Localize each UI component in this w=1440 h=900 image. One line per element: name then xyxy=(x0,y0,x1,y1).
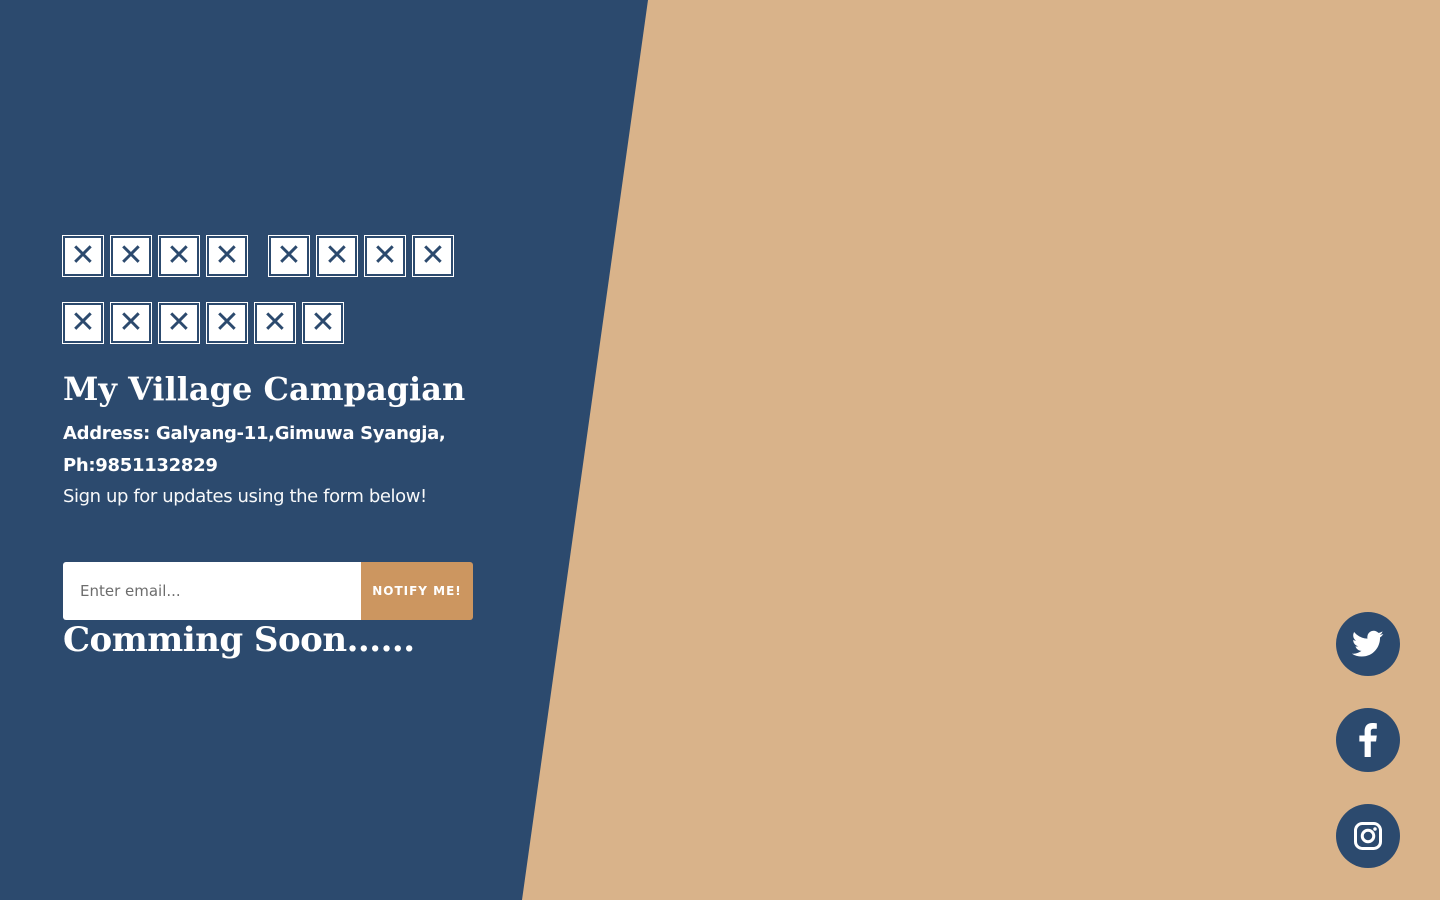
page-title: My Village Campagian xyxy=(63,370,466,408)
signup-text: Sign up for updates using the form below… xyxy=(63,486,427,507)
heading-word: ✕ ✕ ✕ ✕ xyxy=(268,235,454,277)
social-links xyxy=(1336,612,1400,868)
missing-glyph-box: ✕ xyxy=(316,235,358,277)
missing-glyph-box: ✕ xyxy=(302,302,344,344)
twitter-button[interactable] xyxy=(1336,612,1400,676)
missing-glyph-box: ✕ xyxy=(62,235,104,277)
heading-word: ✕ ✕ ✕ ✕ ✕ ✕ xyxy=(62,302,344,344)
nepali-heading-line-1: ✕ ✕ ✕ ✕ ✕ ✕ ✕ ✕ xyxy=(62,235,503,277)
heading-word: ✕ ✕ ✕ ✕ xyxy=(62,235,248,277)
instagram-button[interactable] xyxy=(1336,804,1400,868)
notify-form: NOTIFY ME! xyxy=(63,562,473,620)
page: ✕ ✕ ✕ ✕ ✕ ✕ ✕ ✕ ✕ ✕ ✕ ✕ ✕ ✕ My Village C… xyxy=(0,0,1440,900)
missing-glyph-box: ✕ xyxy=(158,235,200,277)
missing-glyph-box: ✕ xyxy=(206,235,248,277)
instagram-icon xyxy=(1354,822,1382,850)
main-content: ✕ ✕ ✕ ✕ ✕ ✕ ✕ ✕ ✕ ✕ ✕ ✕ ✕ ✕ My Village C… xyxy=(62,235,503,660)
twitter-icon xyxy=(1352,630,1384,657)
missing-glyph-box: ✕ xyxy=(158,302,200,344)
facebook-button[interactable] xyxy=(1336,708,1400,772)
coming-soon-text: Comming Soon...... xyxy=(63,620,415,660)
facebook-icon xyxy=(1359,723,1377,757)
missing-glyph-box: ✕ xyxy=(110,302,152,344)
missing-glyph-box: ✕ xyxy=(110,235,152,277)
notify-me-button[interactable]: NOTIFY ME! xyxy=(361,562,473,620)
address-text: Address: Galyang-11,Gimuwa Syangja, xyxy=(63,423,446,444)
missing-glyph-box: ✕ xyxy=(254,302,296,344)
missing-glyph-box: ✕ xyxy=(206,302,248,344)
phone-text: Ph:9851132829 xyxy=(63,455,218,476)
missing-glyph-box: ✕ xyxy=(364,235,406,277)
missing-glyph-box: ✕ xyxy=(412,235,454,277)
nepali-heading-line-2: ✕ ✕ ✕ ✕ ✕ ✕ xyxy=(62,302,503,344)
missing-glyph-box: ✕ xyxy=(268,235,310,277)
missing-glyph-box: ✕ xyxy=(62,302,104,344)
email-input[interactable] xyxy=(63,562,361,620)
